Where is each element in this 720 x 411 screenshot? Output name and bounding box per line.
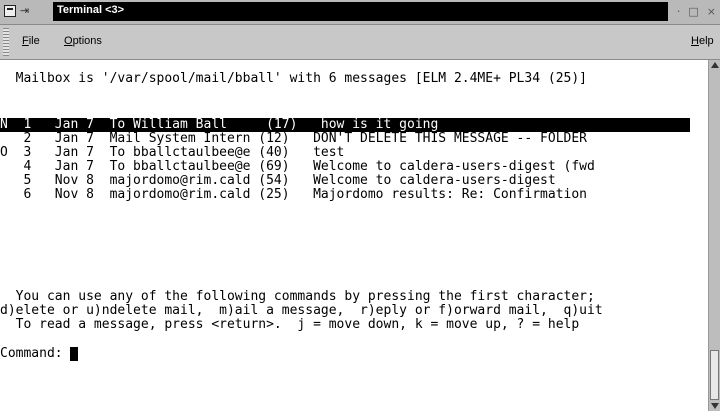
menu-help-rest: elp xyxy=(698,35,714,47)
scroll-up-icon[interactable] xyxy=(711,62,719,68)
scroll-down-icon[interactable] xyxy=(711,403,719,409)
menu-help-mnemonic: H xyxy=(691,35,699,47)
message-row[interactable]: 6 Nov 8 majordomo@rim.cald (25) Majordom… xyxy=(0,188,587,202)
title-bar: ⇥ Terminal <3> · □ × xyxy=(0,0,720,25)
menu-bar: File Options Help xyxy=(0,25,720,60)
menubar-drag-handle[interactable] xyxy=(3,28,9,56)
terminal-screen[interactable]: Mailbox is '/var/spool/mail/bball' with … xyxy=(0,60,708,411)
menu-options-mnemonic: O xyxy=(64,35,73,47)
message-row-selected[interactable]: N 1 Jan 7 To William Ball (17) how is it… xyxy=(0,118,690,132)
mailbox-header: Mailbox is '/var/spool/mail/bball' with … xyxy=(0,71,587,86)
command-prompt-label: Command: xyxy=(0,346,71,361)
message-row[interactable]: 4 Jan 7 To bballctaulbee@e (69) Welcome … xyxy=(0,160,594,174)
window-title-tab[interactable]: Terminal <3> xyxy=(53,2,668,21)
title-bar-left: ⇥ xyxy=(4,4,29,18)
window-controls: · □ × xyxy=(677,5,716,18)
help-line: You can use any of the following command… xyxy=(0,289,595,304)
help-line: To read a message, press <return>. j = m… xyxy=(0,317,580,332)
menu-file[interactable]: File xyxy=(22,35,40,47)
menu-file-rest: ile xyxy=(28,35,40,47)
command-prompt[interactable]: Command: xyxy=(0,346,79,361)
close-icon[interactable]: × xyxy=(707,5,716,18)
menu-options[interactable]: Options xyxy=(64,35,102,47)
pin-icon[interactable]: ⇥ xyxy=(20,4,29,18)
message-row[interactable]: O 3 Jan 7 To bballctaulbee@e (40) test xyxy=(0,146,344,160)
message-row[interactable]: 2 Jan 7 Mail System Intern (12) DON'T DE… xyxy=(0,132,587,146)
window-menu-icon[interactable] xyxy=(4,5,16,17)
menu-options-rest: ptions xyxy=(72,35,102,47)
window-title: Terminal <3> xyxy=(57,4,125,16)
text-cursor xyxy=(70,347,79,361)
help-line: d)elete or u)ndelete mail, m)ail a messa… xyxy=(0,303,603,318)
menu-help[interactable]: Help xyxy=(691,35,714,47)
maximize-icon[interactable]: □ xyxy=(688,5,698,18)
scrollbar-thumb[interactable] xyxy=(710,350,719,400)
vertical-scrollbar[interactable] xyxy=(708,60,720,411)
minimize-icon[interactable]: · xyxy=(677,5,681,18)
message-row[interactable]: 5 Nov 8 majordomo@rim.cald (54) Welcome … xyxy=(0,174,555,188)
menu-file-mnemonic: F xyxy=(22,35,29,47)
